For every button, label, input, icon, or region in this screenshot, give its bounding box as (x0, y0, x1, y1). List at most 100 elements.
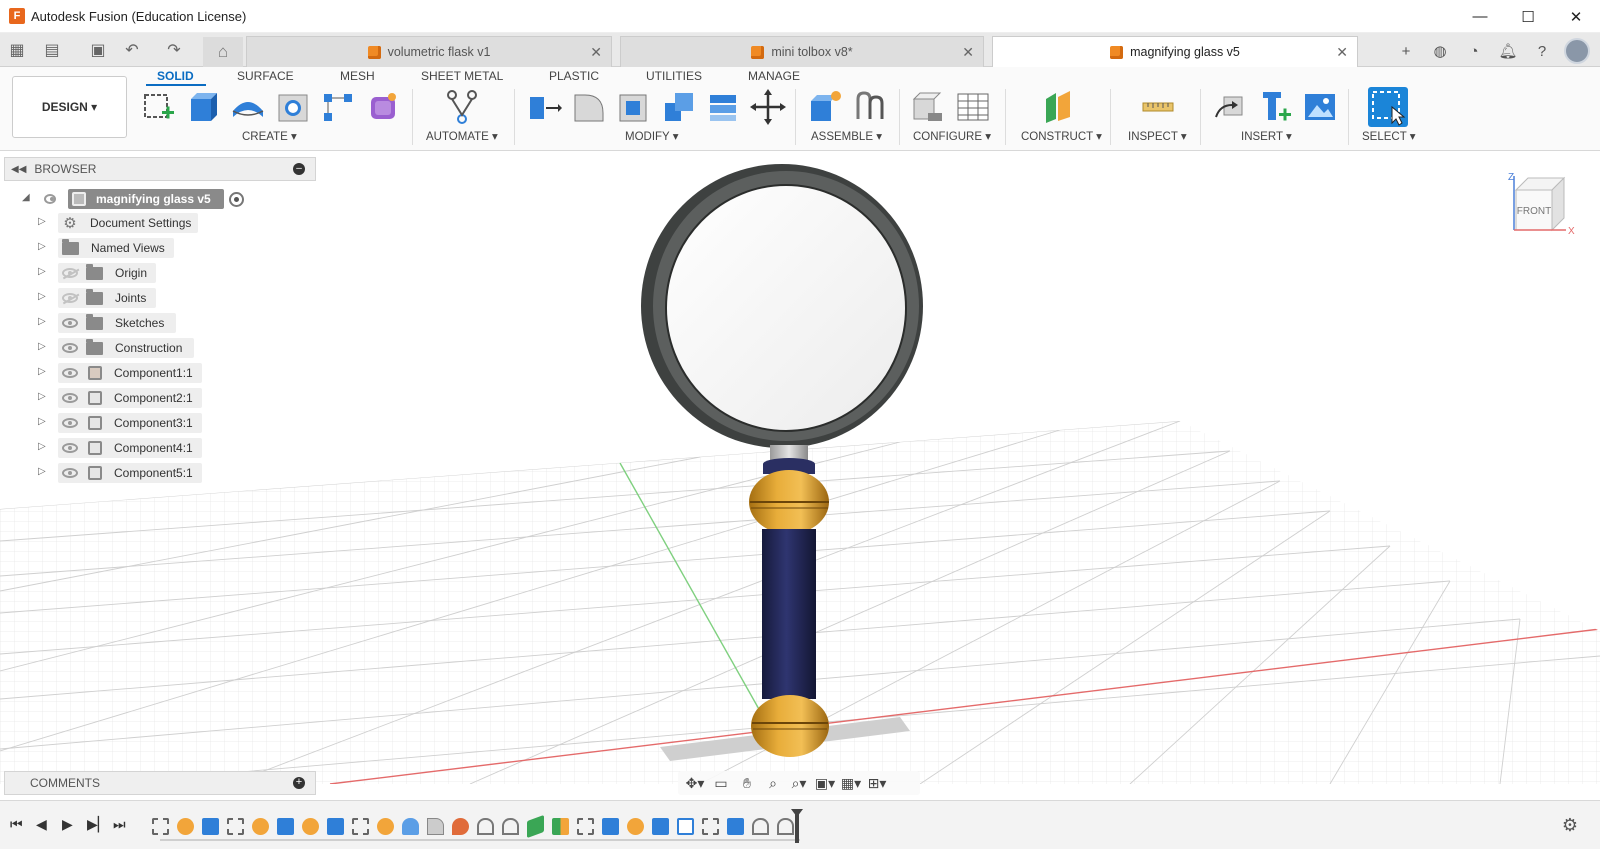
extensions-icon[interactable]: ◍ (1428, 39, 1452, 63)
expand-arrow-icon[interactable]: ▷ (38, 441, 48, 452)
create-group-label[interactable]: CREATE ▾ (242, 129, 297, 143)
timeline-component-icon[interactable] (177, 818, 194, 835)
timeline-sketch-icon[interactable] (352, 818, 369, 835)
insert-group-label[interactable]: INSERT ▾ (1241, 129, 1292, 143)
expand-arrow-icon[interactable]: ▷ (38, 366, 48, 377)
step-forward-icon[interactable]: ▶▏ (87, 816, 109, 833)
visibility-eye-icon[interactable] (62, 343, 78, 353)
expand-arrow-icon[interactable]: ▷ (38, 266, 48, 277)
tab-solid[interactable]: SOLID (157, 69, 194, 83)
data-panel-grid-icon[interactable]: ▦ (5, 38, 29, 62)
new-component-icon[interactable] (807, 89, 843, 125)
browser-panel-header[interactable]: ◀◀ BROWSER – (4, 157, 316, 181)
3d-viewport[interactable] (0, 151, 1600, 784)
timeline-component-icon[interactable] (302, 818, 319, 835)
expand-arrow-icon[interactable]: ▷ (38, 416, 48, 427)
timeline-joint-icon[interactable] (502, 818, 519, 835)
viewports-icon[interactable]: ⊞▾ (866, 773, 888, 793)
grid-settings-icon[interactable]: ▦▾ (840, 773, 862, 793)
pan-hand-icon[interactable]: ✋︎ (736, 773, 758, 793)
minimize-browser-icon[interactable]: – (293, 163, 305, 175)
viewcube[interactable]: FRONT Z X (1506, 172, 1576, 242)
timeline-extrude-icon[interactable] (602, 818, 619, 835)
configuration-table-icon[interactable] (955, 89, 991, 125)
add-comment-icon[interactable]: + (293, 777, 305, 789)
timeline-sketch-icon[interactable] (577, 818, 594, 835)
timeline-sketch-icon[interactable] (152, 818, 169, 835)
maximize-button[interactable]: ☐ (1504, 0, 1552, 33)
play-icon[interactable]: ▶ (62, 816, 73, 833)
undo-icon[interactable]: ↶ (120, 38, 144, 62)
timeline-extrude-icon[interactable] (202, 818, 219, 835)
visibility-eye-icon[interactable] (62, 318, 78, 328)
expand-arrow-icon[interactable]: ▷ (38, 241, 48, 252)
fit-zoom-icon[interactable]: ⌕▾ (788, 773, 810, 793)
visibility-eye-icon[interactable] (44, 194, 56, 204)
minimize-button[interactable]: — (1456, 0, 1504, 33)
visibility-eye-icon[interactable] (62, 418, 78, 428)
tab-volumetric-flask[interactable]: volumetric flask v1 ✕ (246, 36, 612, 67)
extrude-icon[interactable] (185, 89, 221, 125)
timeline-settings-gear-icon[interactable]: ⚙ (1562, 815, 1578, 836)
tab-mini-tolbox[interactable]: mini tolbox v8* ✕ (620, 36, 984, 67)
tab-sheet-metal[interactable]: SHEET METAL (421, 69, 503, 83)
timeline-extrude-icon[interactable] (277, 818, 294, 835)
visibility-eye-icon[interactable] (62, 443, 78, 453)
home-icon[interactable]: ⌂ (203, 37, 243, 67)
redo-icon[interactable]: ↷ (162, 38, 186, 62)
look-at-icon[interactable]: ▭ (710, 773, 732, 793)
close-tab-icon[interactable]: ✕ (590, 44, 602, 61)
insert-mcmaster-icon[interactable] (1257, 89, 1293, 125)
offset-face-icon[interactable] (706, 89, 742, 125)
press-pull-icon[interactable] (526, 89, 562, 125)
insert-canvas-icon[interactable] (1302, 89, 1338, 125)
select-icon[interactable] (1368, 87, 1408, 127)
timeline-marker[interactable] (795, 813, 799, 843)
timeline-joint-origin-icon[interactable] (452, 818, 469, 835)
timeline-extrude-icon[interactable] (327, 818, 344, 835)
orbit-icon[interactable]: ✥▾ (684, 773, 706, 793)
offset-plane-icon[interactable] (1040, 89, 1076, 125)
timeline-sketch-icon[interactable] (227, 818, 244, 835)
visibility-eye-icon[interactable] (62, 468, 78, 478)
rectangular-pattern-icon[interactable] (320, 89, 356, 125)
configure-group-label[interactable]: CONFIGURE ▾ (913, 129, 991, 143)
tab-manage[interactable]: MANAGE (748, 69, 800, 83)
timeline-fillet-icon[interactable] (427, 818, 444, 835)
expand-arrow-icon[interactable]: ▷ (38, 216, 48, 227)
fillet-icon[interactable] (571, 89, 607, 125)
expand-arrow-icon[interactable]: ▷ (38, 391, 48, 402)
tab-plastic[interactable]: PLASTIC (549, 69, 599, 83)
automate-group-label[interactable]: AUTOMATE ▾ (426, 129, 498, 143)
expand-arrow-icon[interactable]: ▷ (38, 316, 48, 327)
display-settings-icon[interactable]: ▣▾ (814, 773, 836, 793)
combine-icon[interactable] (661, 89, 697, 125)
inspect-group-label[interactable]: INSPECT ▾ (1128, 129, 1187, 143)
close-tab-icon[interactable]: ✕ (1336, 44, 1348, 61)
timeline-component-icon[interactable] (252, 818, 269, 835)
timeline-component-icon[interactable] (377, 818, 394, 835)
new-tab-plus-icon[interactable]: + (1394, 39, 1418, 63)
timeline-joint-icon[interactable] (477, 818, 494, 835)
timeline-extrude-icon[interactable] (652, 818, 669, 835)
measure-icon[interactable] (1140, 89, 1176, 125)
revolve-icon[interactable] (230, 89, 266, 125)
tab-magnifying-glass[interactable]: magnifying glass v5 ✕ (992, 36, 1358, 67)
select-group-label[interactable]: SELECT ▾ (1362, 129, 1416, 143)
hidden-eye-icon[interactable] (62, 268, 78, 278)
go-to-end-icon[interactable]: ⏭ (113, 816, 126, 833)
help-icon[interactable]: ? (1530, 39, 1554, 63)
hidden-eye-icon[interactable] (62, 293, 78, 303)
user-avatar[interactable] (1564, 38, 1590, 64)
step-back-icon[interactable]: ◀ (36, 816, 47, 833)
close-window-button[interactable]: ✕ (1552, 0, 1600, 33)
close-tab-icon[interactable]: ✕ (962, 44, 974, 61)
configure-part-icon[interactable] (910, 89, 946, 125)
timeline-extrude-icon[interactable] (727, 818, 744, 835)
go-to-start-icon[interactable]: ⏮ (10, 816, 23, 833)
root-component-node[interactable]: magnifying glass v5 (68, 189, 224, 209)
comments-panel-header[interactable]: COMMENTS + (4, 771, 316, 795)
hole-icon[interactable] (275, 89, 311, 125)
insert-derive-icon[interactable] (1212, 89, 1248, 125)
tab-mesh[interactable]: MESH (340, 69, 375, 83)
